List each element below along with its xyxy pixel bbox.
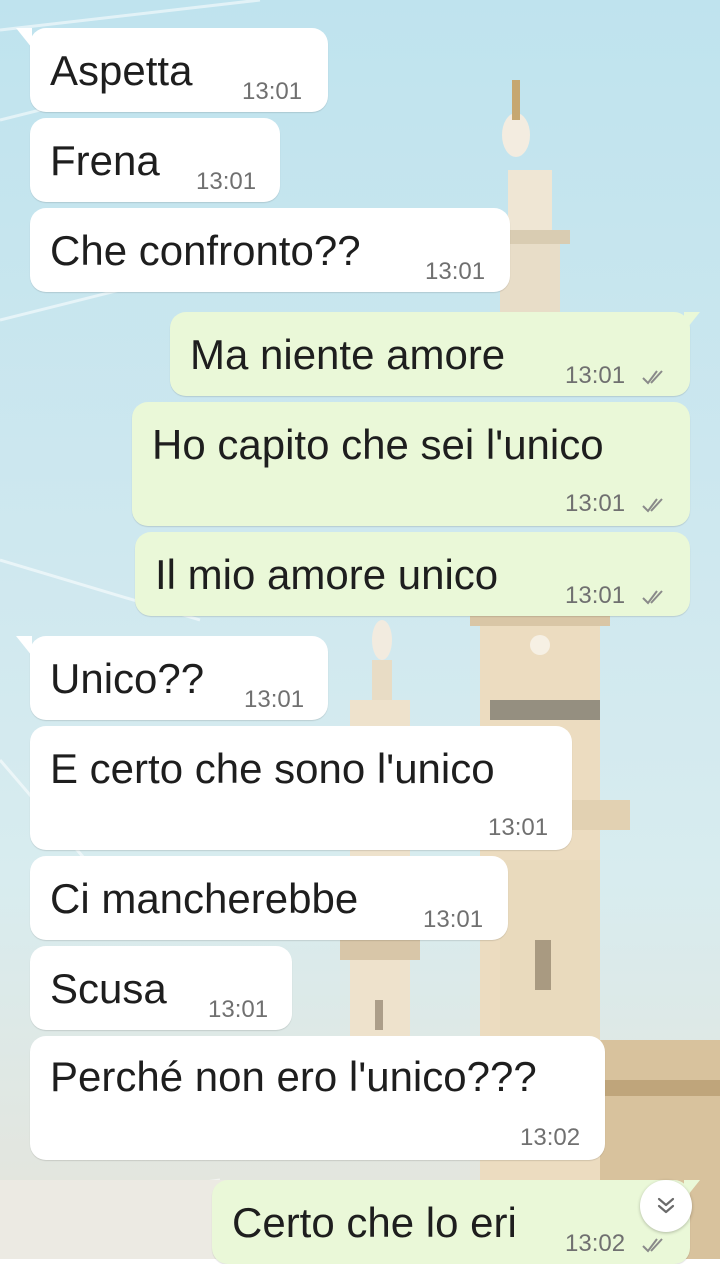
message-bubble-outgoing[interactable]: Ho capito che sei l'unico 13:01 (132, 402, 690, 526)
message-bubble-incoming[interactable]: Che confronto?? 13:01 (30, 208, 510, 292)
message-text: Unico?? (50, 655, 205, 702)
message-text: Ci mancherebbe (50, 875, 359, 922)
message-text: Aspetta (50, 47, 193, 94)
double-check-icon (642, 370, 663, 385)
bubble-tail (16, 28, 32, 48)
double-check-icon (642, 498, 663, 513)
message-time: 13:01 (423, 906, 484, 933)
message-time: 13:01 (565, 490, 626, 517)
message-text: Ho capito che sei l'unico (152, 421, 604, 468)
message-time: 13:01 (196, 168, 257, 195)
message-bubble-outgoing[interactable]: Il mio amore unico 13:01 (135, 532, 690, 616)
message-bubble-incoming[interactable]: Aspetta 13:01 (30, 28, 328, 112)
message-time: 13:01 (425, 258, 486, 285)
message-text: Perché non ero l'unico??? (50, 1053, 537, 1100)
double-check-icon (642, 1238, 663, 1253)
message-bubble-outgoing[interactable]: Ma niente amore 13:01 (170, 312, 690, 396)
bubble-tail (16, 636, 32, 656)
message-text: Il mio amore unico (155, 551, 499, 598)
message-bubble-incoming[interactable]: Perché non ero l'unico??? 13:02 (30, 1036, 605, 1160)
message-time: 13:01 (488, 814, 549, 841)
message-text: Frena (50, 137, 160, 184)
double-chevron-down-icon (657, 1197, 675, 1214)
message-time: 13:02 (565, 1230, 626, 1257)
bubble-tail (684, 312, 700, 332)
message-bubble-incoming[interactable]: Unico?? 13:01 (30, 636, 328, 720)
message-text: Che confronto?? (50, 227, 361, 274)
message-text: Certo che lo eri (232, 1199, 517, 1246)
message-bubble-incoming[interactable]: Ci mancherebbe 13:01 (30, 856, 508, 940)
message-bubble-incoming[interactable]: E certo che sono l'unico 13:01 (30, 726, 572, 850)
message-time: 13:01 (208, 996, 269, 1023)
message-time: 13:01 (244, 686, 305, 713)
message-bubble-outgoing[interactable]: Certo che lo eri 13:02 (212, 1180, 690, 1264)
message-time: 13:01 (242, 78, 303, 105)
message-bubble-incoming[interactable]: Scusa 13:01 (30, 946, 292, 1030)
message-text: Ma niente amore (190, 331, 506, 378)
message-text: E certo che sono l'unico (50, 745, 495, 792)
message-time: 13:01 (565, 362, 626, 389)
message-time: 13:02 (520, 1124, 581, 1151)
double-check-icon (642, 590, 663, 605)
message-time: 13:01 (565, 582, 626, 609)
message-bubble-incoming[interactable]: Frena 13:01 (30, 118, 280, 202)
message-text: Scusa (50, 965, 167, 1012)
scroll-to-bottom-button[interactable] (640, 1180, 692, 1232)
